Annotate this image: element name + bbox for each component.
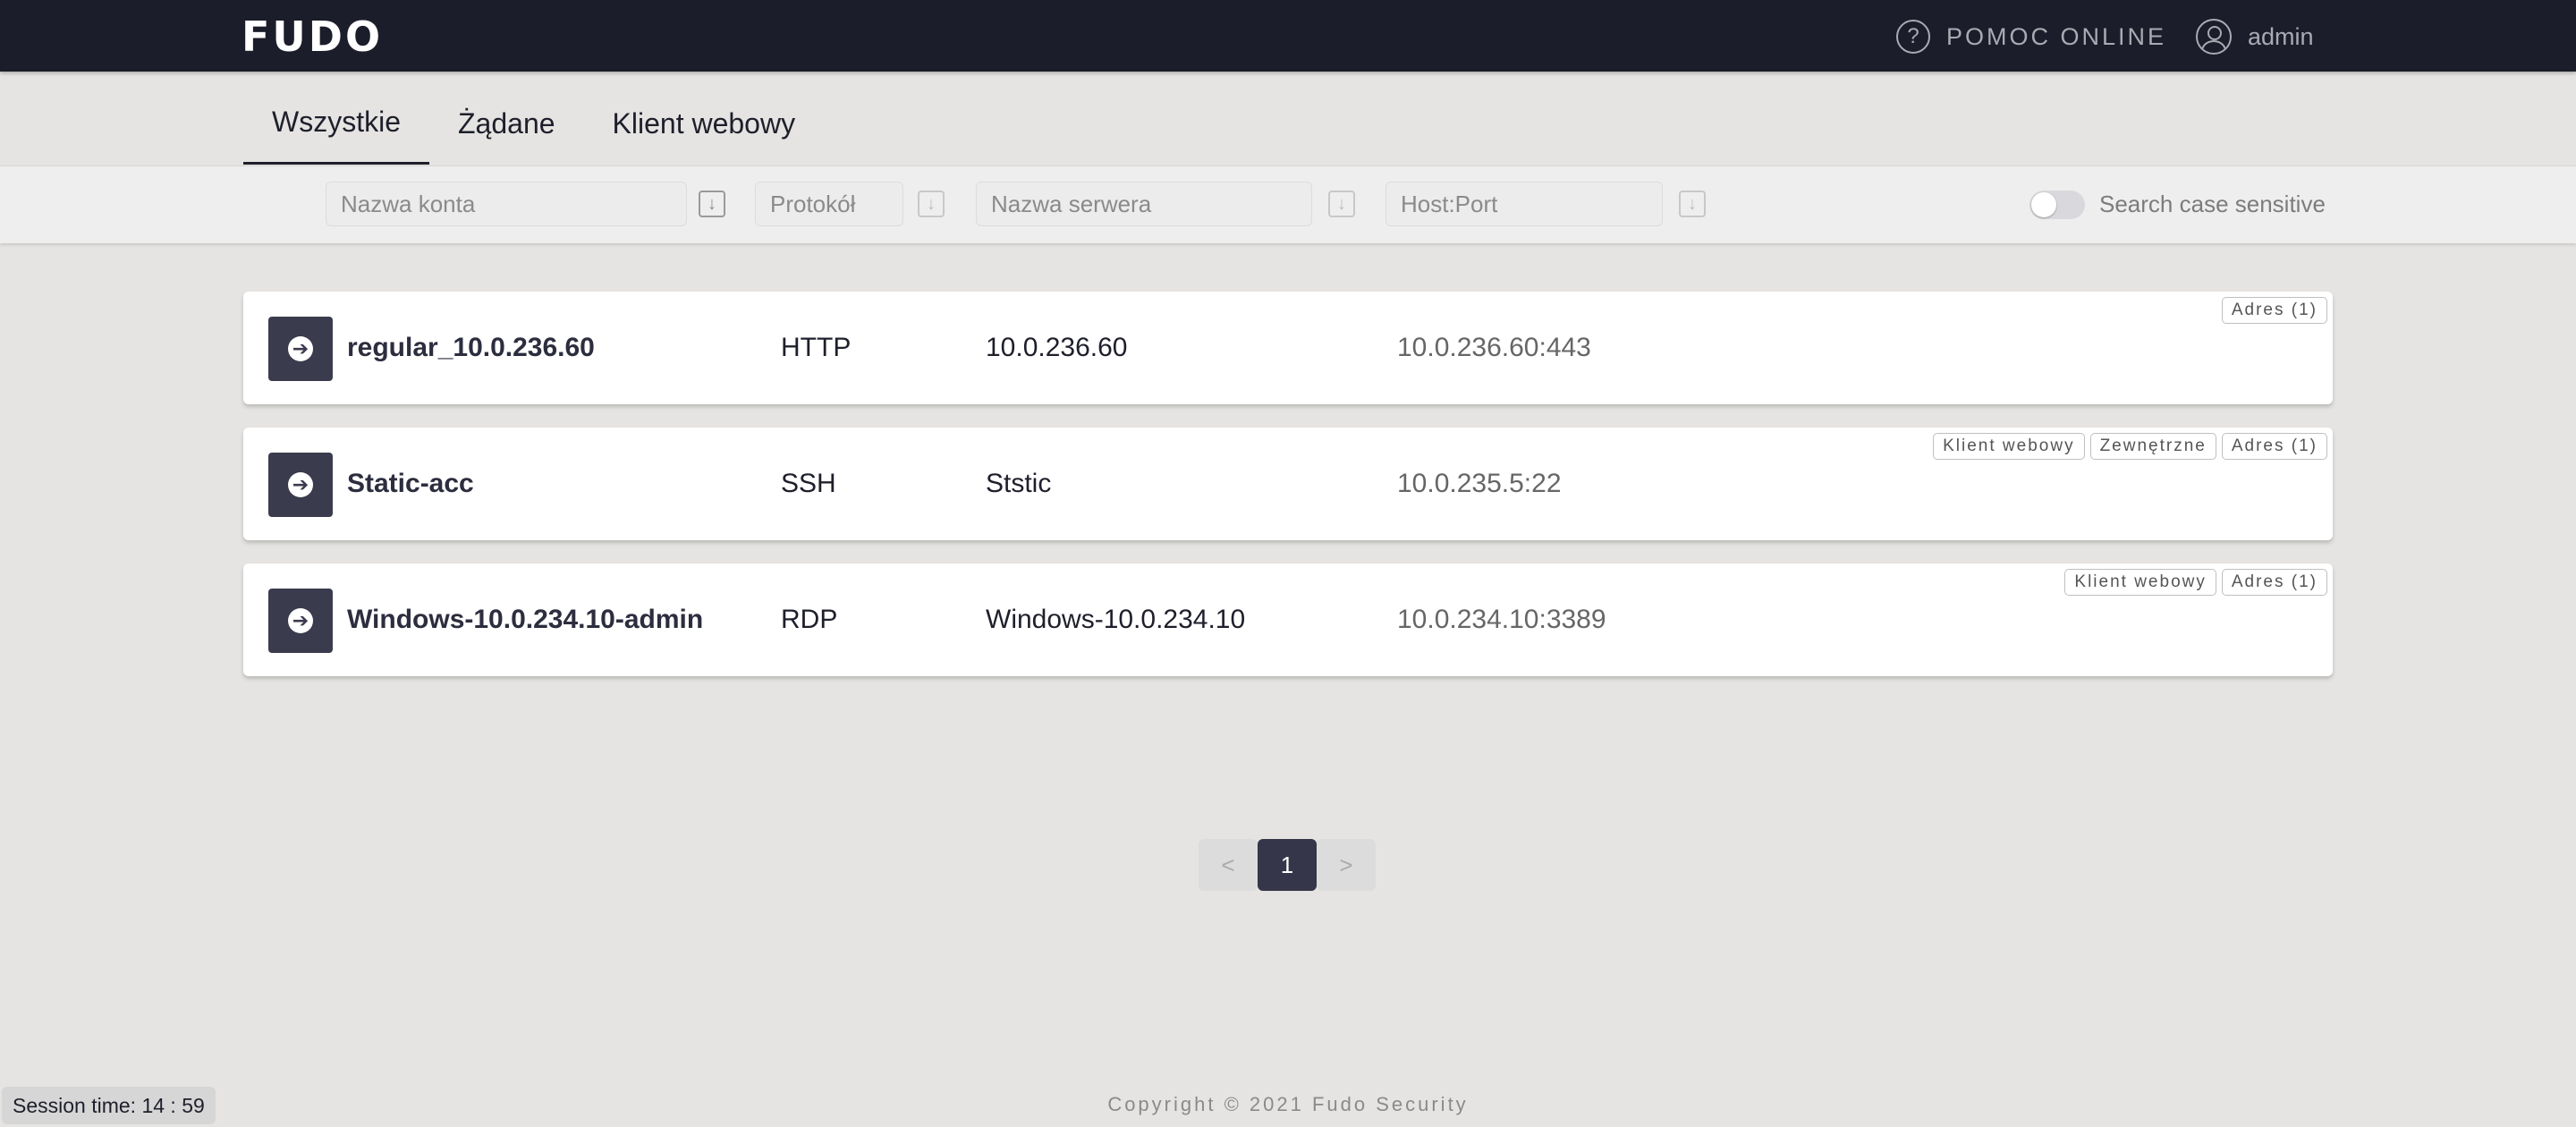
arrow-right-circle-icon: ➔ [288, 472, 313, 497]
arrow-right-circle-icon: ➔ [288, 608, 313, 633]
account-host-port: 10.0.236.60:443 [1397, 333, 1591, 362]
user-circle-icon [2196, 19, 2232, 55]
account-protocol: HTTP [781, 333, 852, 362]
badge-adres: Adres (1) [2221, 569, 2327, 596]
case-sensitive-label: Search case sensitive [2099, 191, 2326, 217]
connect-button[interactable]: ➔ [268, 453, 333, 517]
account-protocol: SSH [781, 469, 836, 498]
host-port-filter-input[interactable] [1385, 182, 1663, 226]
connect-button[interactable]: ➔ [268, 589, 333, 653]
account-badges: Klient webowy Zewnętrzne Adres (1) [1933, 433, 2327, 460]
user-menu[interactable]: admin [2196, 19, 2314, 55]
copyright: Copyright © 2021 Fudo Security [1107, 1093, 1469, 1115]
account-server: Ststic [986, 469, 1052, 498]
server-name-filter-input[interactable] [976, 182, 1312, 226]
sort-server-icon[interactable]: ↓ [1328, 191, 1355, 217]
sort-protocol-icon[interactable]: ↓ [918, 191, 945, 217]
pagination: < 1 > [1199, 839, 1376, 891]
badge-zewnetrzne: Zewnętrzne [2089, 433, 2216, 460]
account-row: ➔ regular_10.0.236.60 HTTP 10.0.236.60 1… [243, 292, 2333, 404]
help-online-link[interactable]: ? POMOC ONLINE [1896, 20, 2166, 54]
tab-klient-webowy[interactable]: Klient webowy [584, 82, 825, 165]
badge-klient-webowy: Klient webowy [2064, 569, 2216, 596]
account-name-filter-input[interactable] [326, 182, 687, 226]
account-row: ➔ Windows-10.0.234.10-admin RDP Windows-… [243, 564, 2333, 676]
question-circle-icon: ? [1896, 20, 1930, 54]
account-tabs: Wszystkie Żądane Klient webowy [243, 82, 824, 165]
account-row: ➔ Static-acc SSH Ststic 10.0.235.5:22 Kl… [243, 428, 2333, 540]
top-navigation-bar: FUDO ? POMOC ONLINE admin [0, 0, 2576, 72]
account-badges: Adres (1) [2221, 297, 2327, 324]
badge-adres: Adres (1) [2221, 297, 2327, 324]
help-online-label: POMOC ONLINE [1946, 22, 2167, 50]
page-1-button[interactable]: 1 [1258, 839, 1317, 891]
connect-button[interactable]: ➔ [268, 317, 333, 381]
badge-klient-webowy: Klient webowy [1933, 433, 2085, 460]
sort-account-icon[interactable]: ↓ [699, 191, 725, 217]
badge-adres: Adres (1) [2221, 433, 2327, 460]
filter-bar: ↓ ↓ ↓ ↓ Search case sensitive [0, 165, 2576, 243]
next-page-button[interactable]: > [1317, 839, 1376, 891]
case-sensitive-toggle[interactable] [2029, 191, 2085, 219]
account-host-port: 10.0.234.10:3389 [1397, 605, 1606, 634]
account-name: Windows-10.0.234.10-admin [347, 605, 704, 634]
account-protocol: RDP [781, 605, 838, 634]
account-name: Static-acc [347, 469, 474, 498]
user-name: admin [2248, 22, 2314, 50]
tab-zadane[interactable]: Żądane [429, 82, 584, 165]
account-badges: Klient webowy Adres (1) [2064, 569, 2327, 596]
fudo-logo[interactable]: FUDO [242, 13, 383, 61]
previous-page-button[interactable]: < [1199, 839, 1258, 891]
account-server: Windows-10.0.234.10 [986, 605, 1246, 634]
account-host-port: 10.0.235.5:22 [1397, 469, 1562, 498]
protocol-filter-input[interactable] [755, 182, 903, 226]
sort-host-icon[interactable]: ↓ [1679, 191, 1706, 217]
account-name: regular_10.0.236.60 [347, 333, 595, 362]
account-server: 10.0.236.60 [986, 333, 1128, 362]
tab-wszystkie[interactable]: Wszystkie [243, 82, 429, 165]
arrow-right-circle-icon: ➔ [288, 336, 313, 361]
